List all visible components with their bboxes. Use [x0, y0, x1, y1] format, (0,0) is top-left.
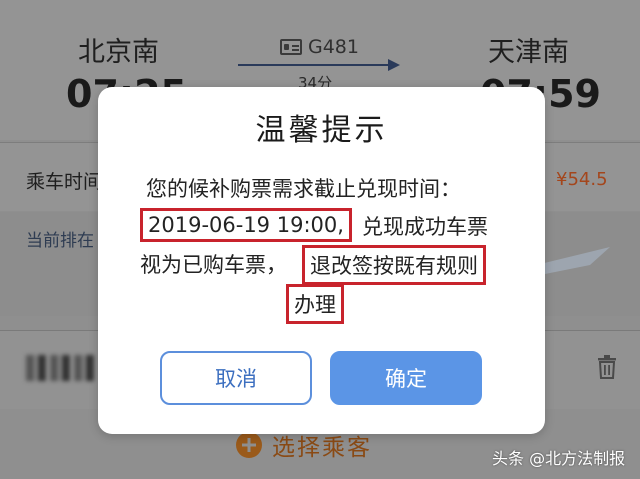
deadline-highlight: 2019-06-19 19:00,: [140, 208, 352, 242]
route-arrow-icon: [238, 59, 400, 71]
trash-icon[interactable]: [597, 355, 617, 379]
dialog-message-line1: 您的候补购票需求截止兑现时间：: [146, 177, 461, 201]
ride-time-label: 乘车时间: [26, 171, 103, 193]
queue-label: 当前排在: [26, 231, 94, 251]
plus-circle-icon: [236, 432, 262, 458]
cancel-button[interactable]: 取消: [160, 351, 312, 405]
arrival-station: 天津南: [488, 37, 569, 68]
rule-highlight: 退改签按既有规则: [302, 245, 486, 285]
dialog-message-line3: 视为已购车票，: [140, 253, 287, 277]
ticket-price: ¥54.5: [556, 169, 608, 190]
blurred-passenger-name: [26, 355, 96, 381]
rule-highlight-continued: 办理: [286, 284, 344, 324]
dialog-title: 温馨提示: [255, 113, 388, 148]
dialog-message-line2: 兑现成功车票: [362, 215, 488, 239]
notice-dialog: 温馨提示 您的候补购票需求截止兑现时间： 2019-06-19 19:00, 兑…: [98, 87, 545, 434]
departure-station: 北京南: [78, 37, 159, 68]
id-card-icon: [280, 39, 302, 55]
source-watermark: 头条 @北方法制报: [492, 449, 626, 468]
train-number-label: G481: [308, 36, 359, 58]
train-number: G481: [280, 36, 359, 58]
confirm-button[interactable]: 确定: [330, 351, 482, 405]
